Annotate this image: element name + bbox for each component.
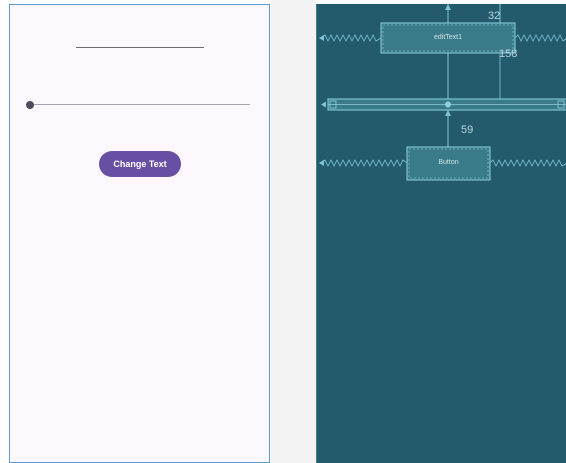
edittext-label[interactable]: editText1 [381,34,515,41]
button-label[interactable]: Button [407,159,490,166]
margin-label: 32 [488,10,501,22]
slider-track[interactable] [30,104,250,105]
arrow-up-icon [445,4,451,10]
margin-label: 158 [499,48,518,60]
change-text-button[interactable]: Change Text [99,151,181,177]
edittext-field[interactable] [76,47,204,48]
canvas-gap [271,0,316,463]
constraint-zigzag-right [514,34,566,42]
margin-label: 59 [461,124,474,136]
slider-thumb[interactable] [26,101,34,109]
blueprint-constraints [319,4,566,181]
blueprint-surface: 32 editText1 158 59 Button [316,4,566,463]
constraint-zigzag-left [320,34,382,42]
design-surface: Change Text [9,4,270,463]
button-zigzag-right [489,159,566,167]
button-zigzag-left [320,159,408,167]
arrow-up-icon [445,110,451,116]
slider-anchor [445,101,451,108]
